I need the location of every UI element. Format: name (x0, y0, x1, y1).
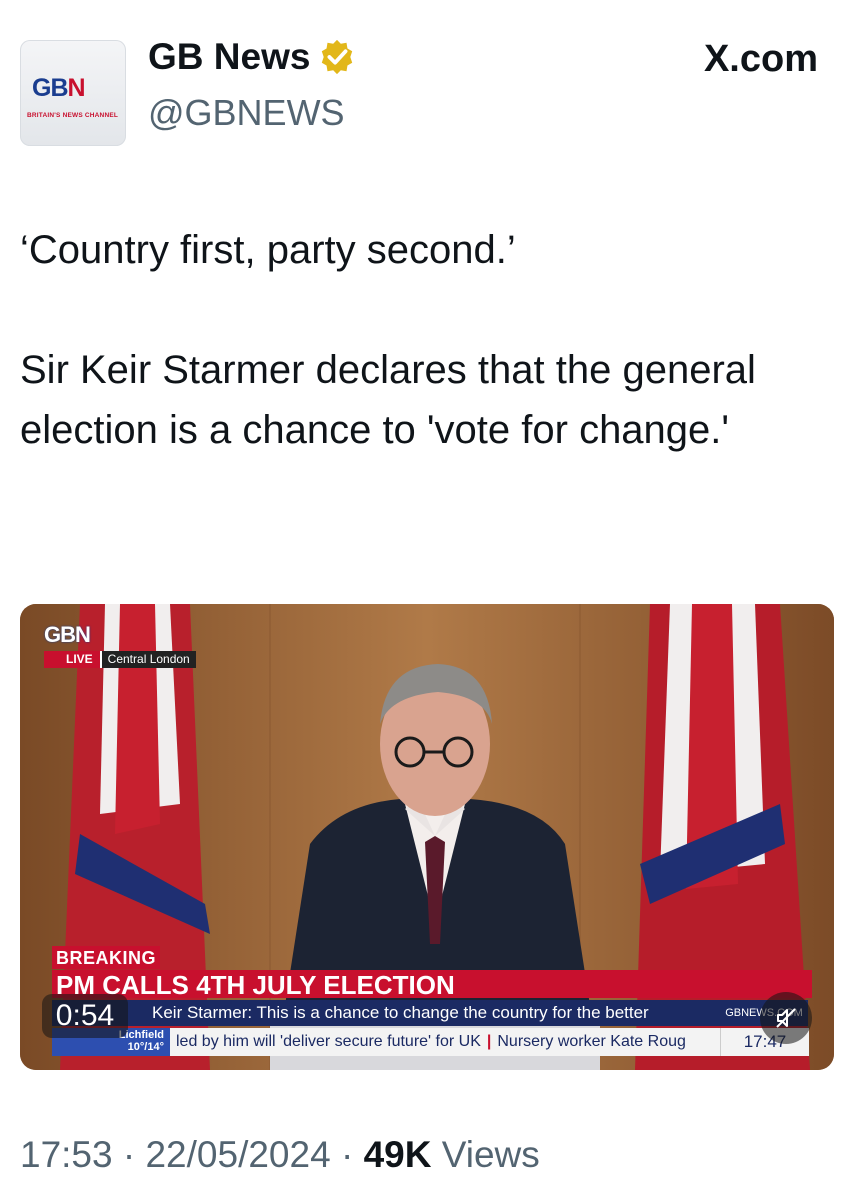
location-label: Central London (99, 651, 196, 668)
profile-avatar[interactable]: GBN BRITAIN'S NEWS CHANNEL (20, 40, 126, 146)
meta-separator: · (340, 1134, 354, 1175)
ticker-item: led by him will 'deliver secure future' … (176, 1033, 481, 1050)
tweet-text: ‘Country first, party second.’ Sir Keir … (20, 228, 756, 452)
views-count[interactable]: 49K (364, 1134, 432, 1175)
meta-separator: · (122, 1134, 136, 1175)
views-label: Views (441, 1134, 540, 1175)
muted-speaker-icon (776, 1008, 796, 1028)
tweet-meta: 17:53 · 22/05/2024 · 49K Views (20, 1134, 540, 1176)
news-ticker: Lichfield 10°/14° led by him will 'deliv… (52, 1028, 720, 1056)
author-name-row[interactable]: GB News (148, 36, 356, 78)
quote-strap: Keir Starmer: This is a chance to change… (52, 1000, 720, 1026)
avatar-tagline: BRITAIN'S NEWS CHANNEL (27, 112, 119, 119)
user-handle[interactable]: @GBNEWS (148, 92, 345, 134)
weather-temps: 10°/14° (127, 1041, 164, 1053)
verified-badge-icon (322, 39, 353, 75)
tweet-date[interactable]: 22/05/2024 (145, 1134, 330, 1175)
breaking-label: BREAKING (52, 946, 161, 969)
video-player[interactable]: GBN LIVE Central London BREAKING PM CALL… (20, 604, 834, 1070)
display-name[interactable]: GB News (148, 36, 310, 78)
ticker-item: Nursery worker Kate Roug (497, 1033, 686, 1050)
ticker-items: led by him will 'deliver secure future' … (176, 1028, 686, 1056)
live-indicator: LIVE Central London (44, 651, 196, 668)
video-duration: 0:54 (42, 994, 128, 1038)
avatar-logo: GBN (32, 74, 86, 102)
headline-banner: PM CALLS 4TH JULY ELECTION (52, 970, 812, 998)
mute-button[interactable] (760, 992, 812, 1044)
ticker-separator: | (486, 1033, 492, 1050)
tweet-time[interactable]: 17:53 (20, 1134, 113, 1175)
site-label: X.com (703, 38, 818, 80)
live-label: LIVE (44, 651, 100, 668)
channel-logo: GBN (44, 622, 91, 647)
